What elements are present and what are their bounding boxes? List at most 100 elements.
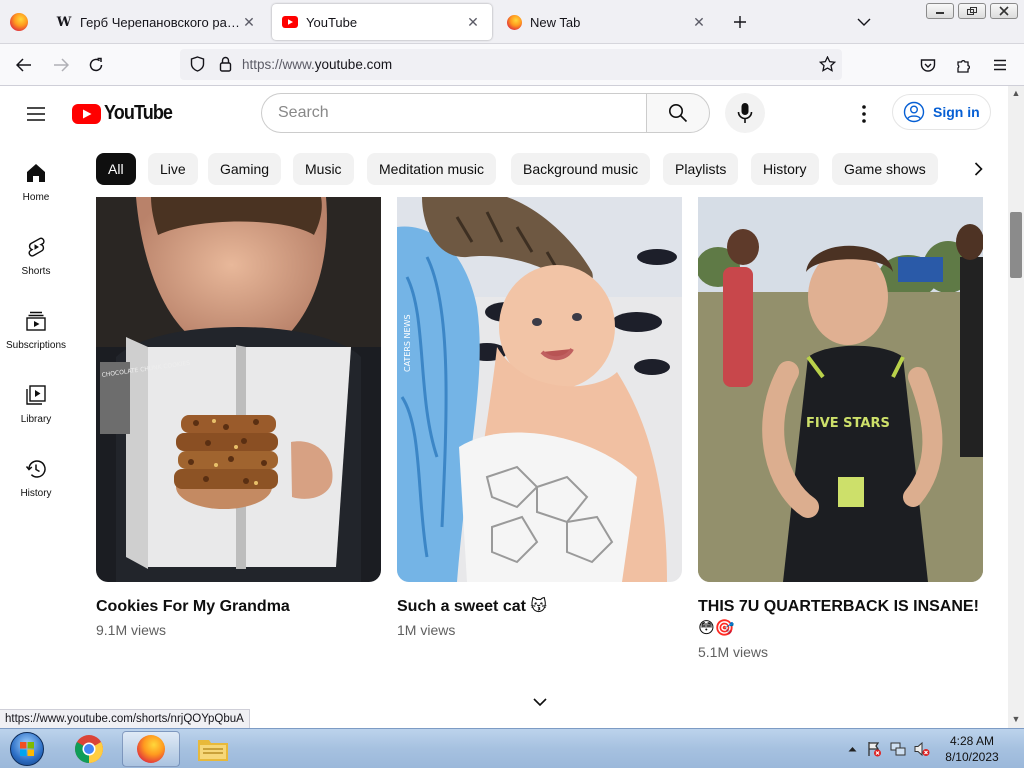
back-arrow-icon[interactable]	[13, 54, 35, 76]
system-clock[interactable]: 4:28 AM 8/10/2023	[940, 733, 1004, 765]
video-title[interactable]: Such a sweet cat 😽	[397, 596, 682, 618]
video-title[interactable]: THIS 7U QUARTERBACK IS INSANE! 😳🎯	[698, 596, 983, 640]
video-views: 9.1M views	[96, 622, 167, 638]
url-text[interactable]: https://www.youtube.com	[242, 57, 392, 72]
sidebar-item-label: Library	[20, 414, 52, 425]
windows-taskbar: 4:28 AM 8/10/2023	[0, 728, 1024, 768]
tab-title: YouTube	[306, 14, 358, 30]
settings-more-vertical-icon[interactable]	[852, 102, 876, 126]
navigation-toolbar: https://www.youtube.com	[0, 44, 1024, 86]
chip-all[interactable]: All	[96, 153, 136, 185]
tab-title: Герб Черепановского района	[80, 14, 240, 30]
new-tab-button[interactable]	[730, 12, 750, 32]
search-input[interactable]	[261, 93, 647, 133]
restore-window-button[interactable]	[958, 3, 986, 19]
chip-live[interactable]: Live	[148, 153, 198, 185]
close-window-button[interactable]	[990, 3, 1018, 19]
explorer-taskbar-button[interactable]	[184, 731, 242, 767]
chrome-icon	[75, 735, 103, 763]
app-menu-hamburger-icon[interactable]	[989, 54, 1011, 76]
tab-wikipedia[interactable]: W Герб Черепановского района ✕	[46, 4, 268, 40]
clock-time: 4:28 AM	[949, 734, 995, 748]
guide-menu-icon[interactable]	[24, 102, 48, 126]
youtube-logo[interactable]: YouTube	[72, 102, 180, 125]
library-icon	[26, 385, 46, 405]
bookmark-star-icon[interactable]	[816, 53, 838, 75]
chip-background-music[interactable]: Background music	[511, 153, 651, 185]
search-button[interactable]	[646, 93, 710, 133]
microphone-icon	[737, 103, 753, 123]
lock-icon[interactable]	[214, 53, 236, 75]
sidebar-item-label: Shorts	[21, 266, 51, 277]
chip-gaming[interactable]: Gaming	[208, 153, 282, 185]
pocket-icon[interactable]	[917, 54, 939, 76]
scroll-up-arrow-icon[interactable]: ▲	[1008, 86, 1024, 100]
sidebar-item-history[interactable]: History	[0, 438, 72, 512]
extensions-puzzle-icon[interactable]	[953, 54, 975, 76]
jersey-text: FIVE STARS	[806, 416, 890, 431]
tab-youtube[interactable]: YouTube ✕	[272, 4, 492, 40]
history-icon	[25, 460, 46, 478]
minimize-window-button[interactable]	[926, 3, 954, 19]
wikipedia-icon: W	[56, 14, 72, 30]
video-thumbnail[interactable]: FIVE STARS	[698, 197, 983, 582]
url-prefix: https://www.	[242, 57, 315, 72]
chip-next-chevron-icon[interactable]	[962, 153, 994, 185]
explorer-folder-icon	[198, 740, 228, 761]
video-card[interactable]: CATERS NEWS Such a sweet cat 😽 1M views	[397, 197, 682, 640]
volume-muted-icon[interactable]	[914, 741, 930, 757]
shorts-icon	[28, 237, 45, 257]
sidebar-item-label: History	[20, 488, 52, 499]
chip-game-shows[interactable]: Game shows	[832, 153, 938, 185]
chip-meditation-music[interactable]: Meditation music	[367, 153, 497, 185]
chip-playlists[interactable]: Playlists	[663, 153, 739, 185]
video-thumbnail[interactable]: CHOCOLATE CHUNK COOKIES	[96, 197, 381, 582]
sidebar-item-home[interactable]: Home	[0, 142, 72, 216]
home-icon	[27, 164, 45, 182]
firefox-icon	[506, 14, 522, 30]
show-hidden-icons-arrow-icon[interactable]	[844, 741, 860, 757]
voice-search-button[interactable]	[725, 93, 765, 133]
link-status-bar: https://www.youtube.com/shorts/nrjQOYpQb…	[0, 709, 250, 729]
firefox-menu-icon[interactable]	[10, 13, 28, 31]
chip-music[interactable]: Music	[293, 153, 354, 185]
url-domain: youtube.com	[314, 57, 393, 72]
firefox-taskbar-button[interactable]	[122, 731, 180, 767]
action-center-flag-icon[interactable]	[866, 741, 882, 757]
scrollbar-thumb[interactable]	[1010, 212, 1022, 278]
network-icon[interactable]	[890, 741, 906, 757]
youtube-wordmark: YouTube	[104, 102, 173, 124]
windows-logo-icon	[10, 732, 44, 766]
list-all-tabs-chevron-icon[interactable]	[854, 12, 874, 32]
video-card[interactable]: CHOCOLATE CHUNK COOKIES Cookies For My G…	[96, 197, 381, 640]
video-title[interactable]: Cookies For My Grandma	[96, 596, 381, 618]
chip-history[interactable]: History	[751, 153, 819, 185]
sign-in-label: Sign in	[933, 104, 980, 120]
video-views: 5.1M views	[698, 644, 769, 660]
tracking-protection-shield-icon[interactable]	[186, 53, 208, 75]
video-thumbnail[interactable]: CATERS NEWS	[397, 197, 682, 582]
tab-new-tab[interactable]: New Tab ✕	[496, 4, 718, 40]
browser-tab-strip: W Герб Черепановского района ✕ YouTube ✕…	[0, 0, 1024, 44]
youtube-icon	[282, 14, 298, 30]
tab-close-icon[interactable]: ✕	[464, 13, 482, 31]
reload-icon[interactable]	[85, 54, 107, 76]
tab-close-icon[interactable]: ✕	[240, 13, 258, 31]
account-icon	[903, 101, 925, 123]
tab-close-icon[interactable]: ✕	[690, 13, 708, 31]
sidebar-item-shorts[interactable]: Shorts	[0, 216, 72, 290]
start-button[interactable]	[4, 730, 50, 768]
sign-in-button[interactable]: Sign in	[892, 94, 991, 130]
page-scrollbar[interactable]: ▲ ▼	[1008, 86, 1024, 728]
firefox-icon	[137, 735, 165, 763]
youtube-play-icon	[72, 103, 101, 124]
scroll-down-arrow-icon[interactable]: ▼	[1008, 712, 1024, 726]
show-more-chevron-down-icon[interactable]	[530, 694, 550, 710]
video-card[interactable]: FIVE STARS THIS 7U QUARTERBACK IS INSANE…	[698, 197, 983, 662]
sidebar-item-library[interactable]: Library	[0, 364, 72, 438]
chrome-taskbar-button[interactable]	[60, 731, 118, 767]
sidebar-item-subscriptions[interactable]: Subscriptions	[0, 290, 72, 364]
watermark-text: CATERS NEWS	[403, 314, 412, 372]
address-bar[interactable]: https://www.youtube.com	[180, 49, 842, 80]
forward-arrow-icon[interactable]	[50, 54, 72, 76]
